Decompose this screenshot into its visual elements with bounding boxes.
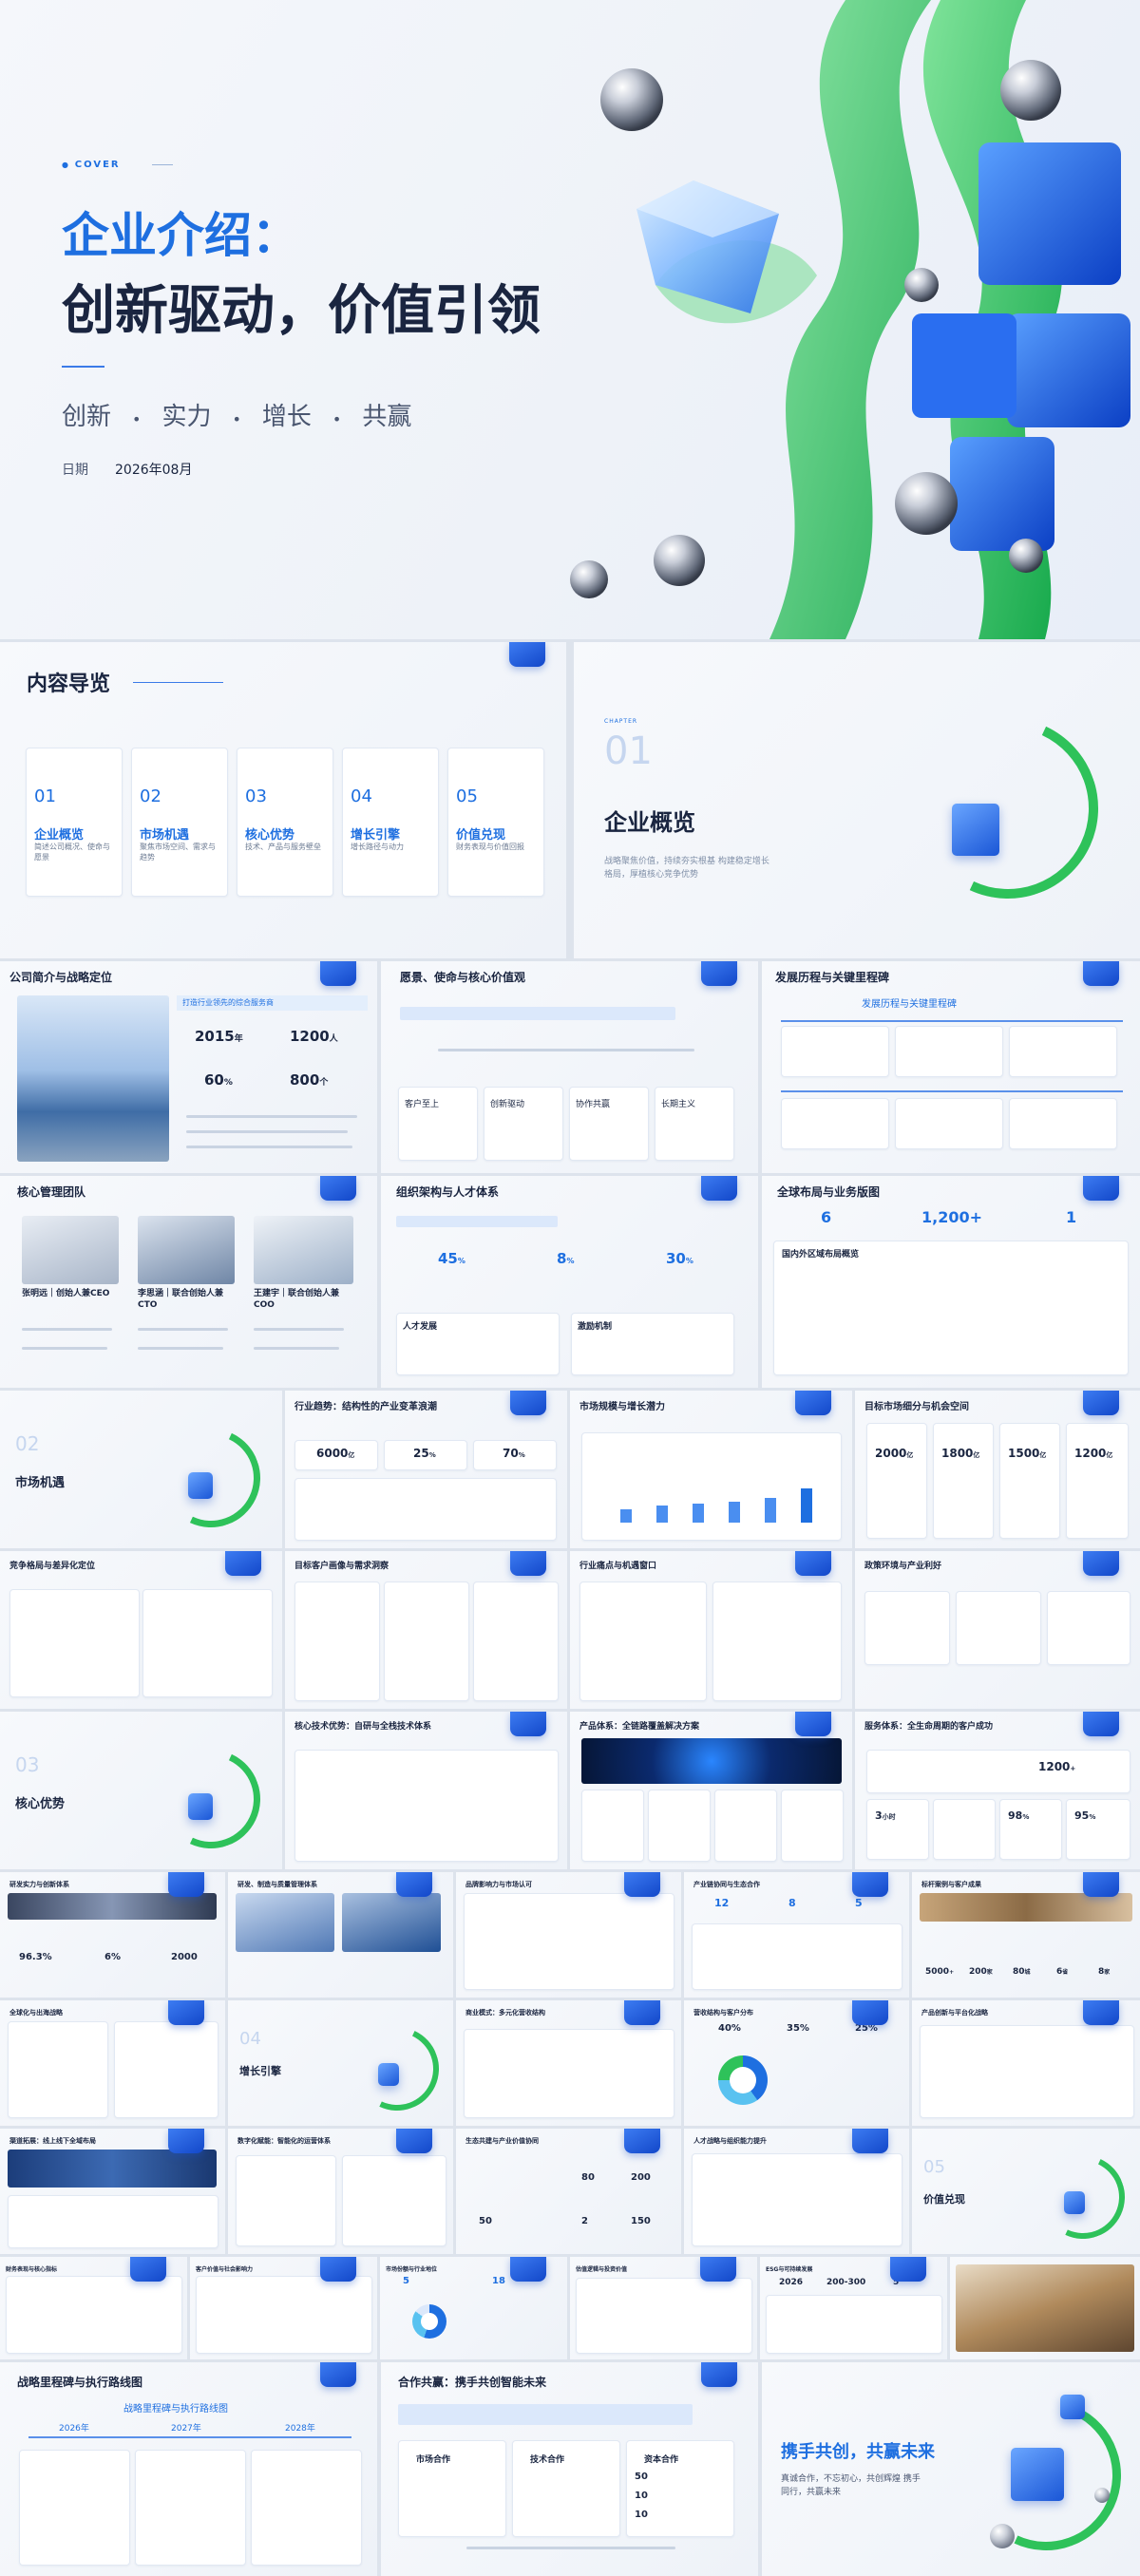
- cover-3d-art: [570, 0, 1130, 639]
- competition-slide: 竞争格局与差异化定位: [0, 1551, 282, 1709]
- toc-card[interactable]: 02 市场机遇 聚焦市场空间、需求与趋势: [131, 748, 228, 897]
- building-photo: [17, 995, 169, 1162]
- globalization-slide: 全球化与出海战略: [0, 2000, 225, 2126]
- esg-slide: ESG与可持续发展 2026 200-300 5: [760, 2257, 947, 2359]
- closing-slide: 携手共创，共赢未来 真诚合作，不忘初心，共创辉煌 携手同行，共赢未来: [762, 2362, 1140, 2576]
- management-team-slide: 核心管理团队 张明远｜创始人兼CEO 李思涵｜联合创始人兼CTO 王建宇｜联合创…: [0, 1176, 377, 1388]
- cover-keywords: 创新 • 实力 • 增长 • 共赢: [62, 403, 412, 431]
- closing-title: 携手共创，共赢未来: [781, 2442, 935, 2462]
- policy-slide: 政策环境与产业利好: [855, 1551, 1140, 1709]
- milestones-slide: 发展历程与关键里程碑 发展历程与关键里程碑: [762, 961, 1140, 1173]
- chapter01-slide: CHAPTER 01 企业概览 战略聚焦价值，持续夯实根基 构建稳定增长格局，厚…: [574, 642, 1140, 958]
- channel-slide: 渠道拓展：线上线下全域布局: [0, 2129, 225, 2254]
- market-size-slide: 市场规模与增长潜力: [570, 1391, 852, 1548]
- vision-slide: 愿景、使命与核心价值观 客户至上 创新驱动 协作共赢 长期主义: [381, 961, 758, 1173]
- chapter-title: 企业概览: [604, 809, 695, 836]
- toc-title: 内容导览: [27, 672, 111, 696]
- chapter-num: 01: [604, 729, 653, 773]
- rd-strength-slide: 研发实力与创新体系 96.3% 6% 2000: [0, 1872, 225, 1998]
- industry-trend-slide: 行业趋势：结构性的产业变革浪潮 6000亿 25% 70%: [285, 1391, 567, 1548]
- cover-date: 日期 2026年08月: [62, 463, 193, 478]
- green-arc-icon: [892, 692, 1124, 924]
- donut-chart: [718, 2055, 768, 2105]
- talent-strategy-slide: 人才战略与组织能力提升: [684, 2129, 909, 2254]
- toc-card[interactable]: 04 增长引擎 增长路径与动力: [342, 748, 439, 897]
- valuation-slide: 估值逻辑与投资价值: [570, 2257, 757, 2359]
- cover-title-line2: 创新驱动，价值引领: [62, 280, 541, 342]
- cover-tag: ● COVER: [62, 160, 174, 170]
- customer-value-slide: 客户价值与社会影响力: [190, 2257, 377, 2359]
- target-market-slide: 目标市场细分与机会空间 2000亿 1800亿 1500亿 1200亿: [855, 1391, 1140, 1548]
- chapter05-slide: 05 价值兑现: [912, 2129, 1140, 2254]
- toc-card[interactable]: 01 企业概览 简述公司概况、使命与愿景: [26, 748, 123, 897]
- brand-influence-slide: 品牌影响力与市场认可: [456, 1872, 681, 1998]
- industry-chain-slide: 产业链协同与生态合作 12 8 5: [684, 1872, 909, 1998]
- toc-title-line: [133, 682, 223, 683]
- photo-slide: [950, 2257, 1140, 2359]
- product-system-slide: 产品体系：全链路覆盖解决方案: [570, 1712, 852, 1869]
- rd-manufacturing-slide: 研发、制造与质量管理体系: [228, 1872, 453, 1998]
- chapter04-slide: 04 增长引擎: [228, 2000, 453, 2126]
- roadmap-slide: 战略里程碑与执行路线图 战略里程碑与执行路线图 2026年 2027年 2028…: [0, 2362, 377, 2576]
- global-layout-slide: 全球布局与业务版图 6 1,200+ 1 国内外区域布局概览: [762, 1176, 1140, 1388]
- toc-card[interactable]: 03 核心优势 技术、产品与服务壁垒: [237, 748, 333, 897]
- cover-divider: [62, 366, 104, 368]
- market-share-slide: 市场份额与行业地位 5 18: [380, 2257, 567, 2359]
- service-system-slide: 服务体系：全生命周期的客户成功 1200+ 3小时 98% 95%: [855, 1712, 1140, 1869]
- ecosystem-slide: 生态共建与产业价值协同 80 200 50 2 150: [456, 2129, 681, 2254]
- product-innovation-slide: 产品创新与平台化战略: [912, 2000, 1140, 2126]
- cooperation-slide: 合作共赢：携手共创智能未来 市场合作 技术合作 资本合作 50 10 10: [381, 2362, 758, 2576]
- chapter03-slide: 03 核心优势: [0, 1712, 282, 1869]
- org-structure-slide: 组织架构与人才体系 45% 8% 30% 人才发展 激励机制: [381, 1176, 758, 1388]
- toc-card[interactable]: 05 价值兑现 财务表现与价值回报: [447, 748, 544, 897]
- cover-title-line1: 企业介绍：: [62, 208, 299, 263]
- financial-slide: 财务表现与核心指标: [0, 2257, 187, 2359]
- business-model-slide: 商业模式：多元化营收结构: [456, 2000, 681, 2126]
- digital-slide: 数字化赋能：智能化的运营体系: [228, 2129, 453, 2254]
- customer-profile-slide: 目标客户画像与需求洞察: [285, 1551, 567, 1709]
- toc-slide: 内容导览 01 企业概览 简述公司概况、使命与愿景 02 市场机遇 聚焦市场空间…: [0, 642, 566, 958]
- chapter02-slide: 02 市场机遇: [0, 1391, 282, 1548]
- benchmark-cases-slide: 标杆案例与客户成果 5000+ 200家 80城 6省 8家: [912, 1872, 1140, 1998]
- cover-slide: ● COVER 企业介绍： 创新驱动，价值引领 创新 • 实力 • 增长 • 共赢 日期 20…: [0, 0, 1140, 639]
- pain-points-slide: 行业痛点与机遇窗口: [570, 1551, 852, 1709]
- company-intro-slide: 公司简介与战略定位 打造行业领先的综合服务商 2015年 1200人 60% 8…: [0, 961, 377, 1173]
- core-tech-slide: 核心技术优势：自研与全栈技术体系: [285, 1712, 567, 1869]
- revenue-structure-slide: 营收结构与客户分布 40% 35% 25%: [684, 2000, 909, 2126]
